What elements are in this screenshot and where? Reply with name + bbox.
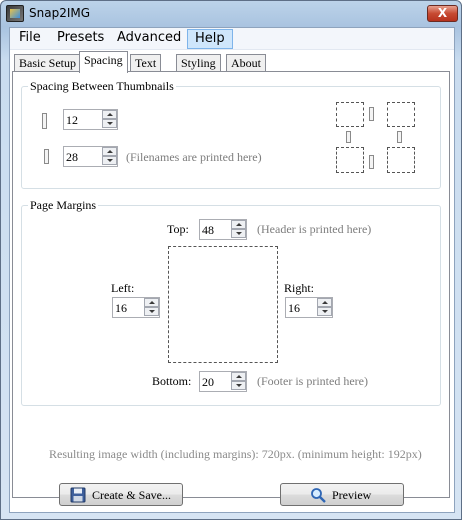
close-button[interactable]: X — [427, 5, 458, 22]
spin-up-arrow[interactable] — [102, 147, 117, 156]
vertical-spacing-value: 28 — [66, 150, 78, 164]
horizontal-spacing-icon — [42, 113, 47, 129]
thumbnail-preview — [336, 102, 364, 127]
spin-up-arrow[interactable] — [102, 110, 117, 119]
left-margin-label: Left: — [111, 281, 135, 295]
spacing-gap-marker — [369, 155, 374, 169]
spin-up-arrow[interactable] — [231, 220, 246, 229]
vertical-spacing-icon — [44, 149, 49, 164]
spacing-group-label: Spacing Between Thumbnails — [28, 79, 176, 94]
thumbnail-preview — [387, 102, 415, 127]
app-window: Snap2IMG X File Presets Advanced Help Ba… — [0, 0, 462, 520]
preview-button[interactable]: Preview — [280, 483, 404, 506]
thumbnail-preview — [336, 147, 364, 173]
floppy-disk-icon — [70, 487, 86, 503]
spin-down-arrow[interactable] — [144, 307, 159, 316]
spin-down-arrow[interactable] — [317, 307, 332, 316]
spacing-gap-marker — [346, 131, 351, 143]
page-preview — [168, 246, 278, 363]
vertical-spacing-spinner[interactable]: 28 — [63, 146, 118, 167]
title-bar[interactable]: Snap2IMG X — [1, 1, 461, 27]
window-title: Snap2IMG — [29, 6, 91, 20]
spin-down-arrow[interactable] — [231, 229, 246, 238]
menu-file[interactable]: File — [12, 29, 48, 49]
spin-down-arrow[interactable] — [102, 119, 117, 128]
right-margin-value: 16 — [288, 301, 300, 315]
app-icon — [6, 5, 24, 22]
resulting-size-status: Resulting image width (including margins… — [49, 447, 422, 461]
spin-down-arrow[interactable] — [231, 381, 246, 390]
top-margin-value: 48 — [202, 223, 214, 237]
client-area: File Presets Advanced Help Basic Setup S… — [9, 27, 455, 513]
bottom-margin-hint: (Footer is printed here) — [257, 374, 368, 388]
menu-help[interactable]: Help — [187, 29, 233, 49]
horizontal-spacing-spinner[interactable]: 12 — [63, 109, 118, 130]
page-margins-group-label: Page Margins — [28, 198, 99, 213]
menu-presets[interactable]: Presets — [50, 29, 111, 49]
page-margins-group: Page Margins Top: 48 (Header is printed … — [21, 198, 441, 406]
create-save-label: Create & Save... — [92, 488, 171, 502]
right-margin-label: Right: — [284, 281, 315, 295]
create-save-button[interactable]: Create & Save... — [59, 483, 183, 506]
spacing-group: Spacing Between Thumbnails 12 28 (Filena… — [21, 79, 441, 189]
menu-advanced[interactable]: Advanced — [110, 29, 188, 49]
thumbnail-preview — [387, 147, 415, 173]
spacing-gap-marker — [397, 131, 402, 143]
top-margin-hint: (Header is printed here) — [257, 222, 372, 236]
spin-up-arrow[interactable] — [317, 298, 332, 307]
bottom-margin-label: Bottom: — [152, 374, 192, 388]
bottom-margin-spinner[interactable]: 20 — [199, 371, 247, 392]
left-margin-value: 16 — [115, 301, 127, 315]
spin-up-arrow[interactable] — [144, 298, 159, 307]
left-margin-spinner[interactable]: 16 — [112, 297, 160, 318]
spin-up-arrow[interactable] — [231, 372, 246, 381]
tab-spacing[interactable]: Spacing — [79, 51, 128, 73]
vertical-spacing-hint: (Filenames are printed here) — [126, 150, 262, 164]
right-margin-spinner[interactable]: 16 — [285, 297, 333, 318]
preview-label: Preview — [332, 488, 372, 502]
spin-down-arrow[interactable] — [102, 156, 117, 165]
menu-bar: File Presets Advanced Help — [10, 28, 454, 50]
spacing-tab-panel: Spacing Between Thumbnails 12 28 (Filena… — [12, 71, 450, 498]
spacing-gap-marker — [369, 107, 374, 121]
horizontal-spacing-value: 12 — [66, 113, 78, 127]
bottom-margin-value: 20 — [202, 375, 214, 389]
top-margin-label: Top: — [167, 222, 189, 236]
top-margin-spinner[interactable]: 48 — [199, 219, 247, 240]
magnifier-icon — [311, 488, 326, 503]
